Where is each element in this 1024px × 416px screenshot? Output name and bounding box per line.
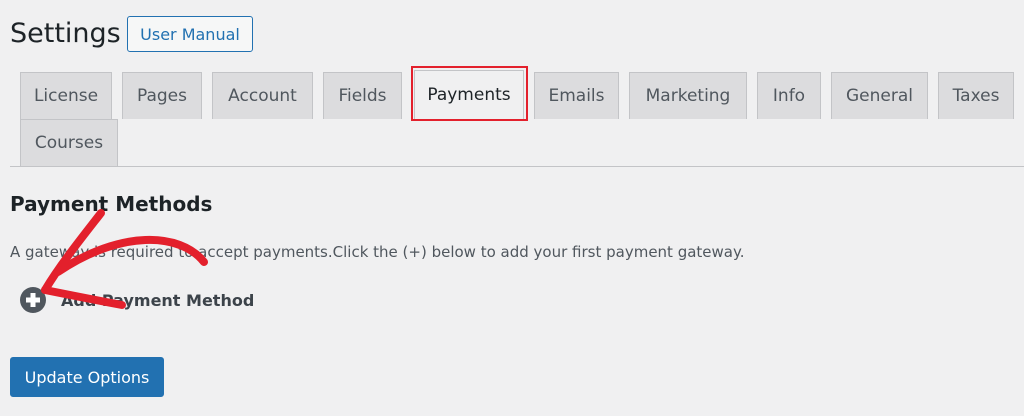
tab-license[interactable]: License (20, 72, 112, 119)
tab-account[interactable]: Account (212, 72, 313, 119)
tab-info[interactable]: Info (757, 72, 821, 119)
page-title: Settings (10, 18, 121, 49)
section-description: A gateway is required to accept payments… (10, 243, 745, 261)
section-title: Payment Methods (10, 192, 213, 216)
tab-divider (10, 166, 1024, 167)
add-payment-method-button[interactable]: Add Payment Method (18, 285, 254, 315)
tab-general[interactable]: General (831, 72, 928, 119)
user-manual-button[interactable]: User Manual (127, 16, 253, 52)
tab-emails[interactable]: Emails (534, 72, 619, 119)
add-payment-method-label: Add Payment Method (61, 290, 255, 310)
tab-payments[interactable]: Payments (414, 70, 524, 119)
update-options-button[interactable]: Update Options (10, 357, 164, 397)
tab-fields[interactable]: Fields (323, 72, 402, 119)
tab-courses[interactable]: Courses (20, 119, 118, 166)
tab-taxes[interactable]: Taxes (938, 72, 1014, 119)
plus-circle-icon[interactable] (18, 285, 48, 315)
tab-marketing[interactable]: Marketing (629, 72, 747, 119)
tab-pages[interactable]: Pages (122, 72, 202, 119)
